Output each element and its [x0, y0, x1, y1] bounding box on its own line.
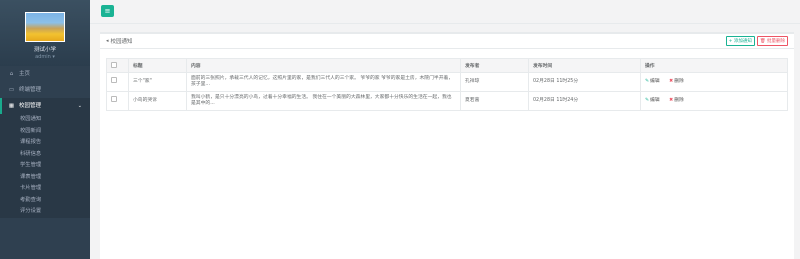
top-bar: ≡	[90, 0, 800, 24]
submenu-item-notice[interactable]: 校园通知	[0, 114, 90, 126]
submenu-item-students[interactable]: 学生管理	[0, 160, 90, 172]
column-header-title: 标题	[128, 58, 187, 73]
panel-title-text: 校园通知	[110, 39, 133, 45]
row-title: 三个"家"	[128, 72, 187, 92]
row-checkbox[interactable]	[111, 77, 117, 84]
school-avatar[interactable]	[25, 12, 65, 42]
delete-label: 删除	[674, 78, 684, 84]
table-row: 三个"家" 面前的三张照片，承载三代人的记忆，这照片里的家，是我们三代人的三个家…	[106, 72, 788, 92]
submenu-item-cards[interactable]: 卡片管理	[0, 183, 90, 195]
menu-toggle-button[interactable]: ≡	[101, 5, 114, 17]
row-select-cell	[106, 72, 129, 92]
panel-title: ◂ 校园通知	[106, 37, 133, 45]
column-header-content: 内容	[186, 58, 461, 73]
panel-header: ◂ 校园通知 + 添加通知 🗑 批量删除	[100, 34, 794, 49]
row-actions: ✎ 编辑 ✖ 删除	[640, 91, 788, 111]
submenu-item-research[interactable]: 科研信息	[0, 149, 90, 161]
username: admin	[35, 54, 51, 60]
delete-button[interactable]: ✖ 删除	[669, 79, 684, 86]
sidebar-item-terminal[interactable]: ▭ 终端管理	[0, 82, 90, 98]
table-header-row: 标题 内容 发布者 发布时间 操作	[106, 58, 788, 73]
submenu-item-news[interactable]: 校园新闻	[0, 126, 90, 138]
row-time: 02月28日 11时24分	[528, 91, 641, 111]
row-checkbox[interactable]	[111, 96, 117, 103]
sidebar-item-label: 终端管理	[19, 87, 42, 93]
row-author: 孔祥琼	[460, 72, 529, 92]
edit-label: 编辑	[650, 97, 660, 103]
profile-block: 测试小学 admin ▾	[0, 0, 90, 66]
sidebar-nav: ⌂ 主页 ▭ 终端管理 ▦ 校园管理 ⌄	[0, 66, 90, 114]
sidebar-item-home[interactable]: ⌂ 主页	[0, 66, 90, 82]
campus-submenu: 校园通知 校园新闻 课程报告 科研信息 学生管理 课表管理 卡片管理 考勤查询 …	[0, 114, 90, 218]
notice-table: 标题 内容 发布者 发布时间 操作 三个"家" 面前的三张照片，承载三代人的记忆…	[106, 58, 788, 111]
delete-label: 删除	[674, 97, 684, 103]
school-icon: ▦	[8, 103, 15, 109]
row-author: 夏若嘉	[460, 91, 529, 111]
row-actions: ✎ 编辑 ✖ 删除	[640, 72, 788, 92]
row-content: 我叫小鹤，是只十分漂亮的小鸟，过着十分幸福的生活。 我住在一个美丽的大森林里，大…	[186, 91, 461, 111]
megaphone-icon: ◂	[106, 38, 109, 44]
notice-panel: ◂ 校园通知 + 添加通知 🗑 批量删除 标题 内容 发布者 发布时间 操作 三…	[100, 32, 794, 259]
edit-button[interactable]: ✎ 编辑	[645, 98, 660, 105]
monitor-icon: ▭	[8, 87, 15, 93]
row-title: 小鸟的哭诉	[128, 91, 187, 111]
row-time: 02月28日 11时25分	[528, 72, 641, 92]
pencil-icon: ✎	[645, 78, 650, 84]
caret-down-icon: ▾	[52, 54, 55, 60]
sidebar-item-label: 校园管理	[19, 103, 42, 109]
submenu-item-timetable[interactable]: 课表管理	[0, 172, 90, 184]
edit-label: 编辑	[650, 78, 660, 84]
column-header-time: 发布时间	[528, 58, 641, 73]
sidebar-item-campus[interactable]: ▦ 校园管理 ⌄	[0, 98, 90, 114]
school-name: 测试小学	[33, 47, 56, 53]
user-menu[interactable]: admin ▾	[0, 54, 90, 60]
pencil-icon: ✎	[645, 97, 650, 103]
row-select-cell	[106, 91, 129, 111]
add-notice-button[interactable]: + 添加通知	[725, 36, 755, 46]
home-icon: ⌂	[9, 71, 14, 77]
edit-button[interactable]: ✎ 编辑	[645, 79, 660, 86]
row-content: 面前的三张照片，承载三代人的记忆，这照片里的家，是我们三代人的三个家。 爷爷的家…	[186, 72, 461, 92]
sidebar: 测试小学 admin ▾ ⌂ 主页 ▭ 终端管理 ▦ 校园管理 ⌄ 校园通知 校…	[0, 0, 90, 259]
table-row: 小鸟的哭诉 我叫小鹤，是只十分漂亮的小鸟，过着十分幸福的生活。 我住在一个美丽的…	[106, 91, 788, 111]
select-all-checkbox[interactable]	[111, 61, 117, 68]
header-actions: + 添加通知 🗑 批量删除	[725, 36, 788, 46]
close-icon: ✖	[669, 78, 674, 84]
close-icon: ✖	[669, 97, 674, 103]
column-header-author: 发布者	[460, 58, 529, 73]
select-all-cell	[106, 58, 129, 73]
hamburger-icon: ≡	[104, 7, 111, 15]
sidebar-item-label: 主页	[19, 71, 31, 77]
submenu-item-scoring[interactable]: 评分设置	[0, 206, 90, 218]
chevron-down-icon: ⌄	[77, 103, 82, 109]
batch-delete-button[interactable]: 🗑 批量删除	[756, 36, 788, 46]
column-header-actions: 操作	[640, 58, 788, 73]
submenu-item-course-report[interactable]: 课程报告	[0, 137, 90, 149]
batch-delete-label: 批量删除	[767, 39, 785, 44]
submenu-item-attendance[interactable]: 考勤查询	[0, 195, 90, 207]
delete-button[interactable]: ✖ 删除	[669, 98, 684, 105]
trash-icon: 🗑	[759, 39, 766, 44]
